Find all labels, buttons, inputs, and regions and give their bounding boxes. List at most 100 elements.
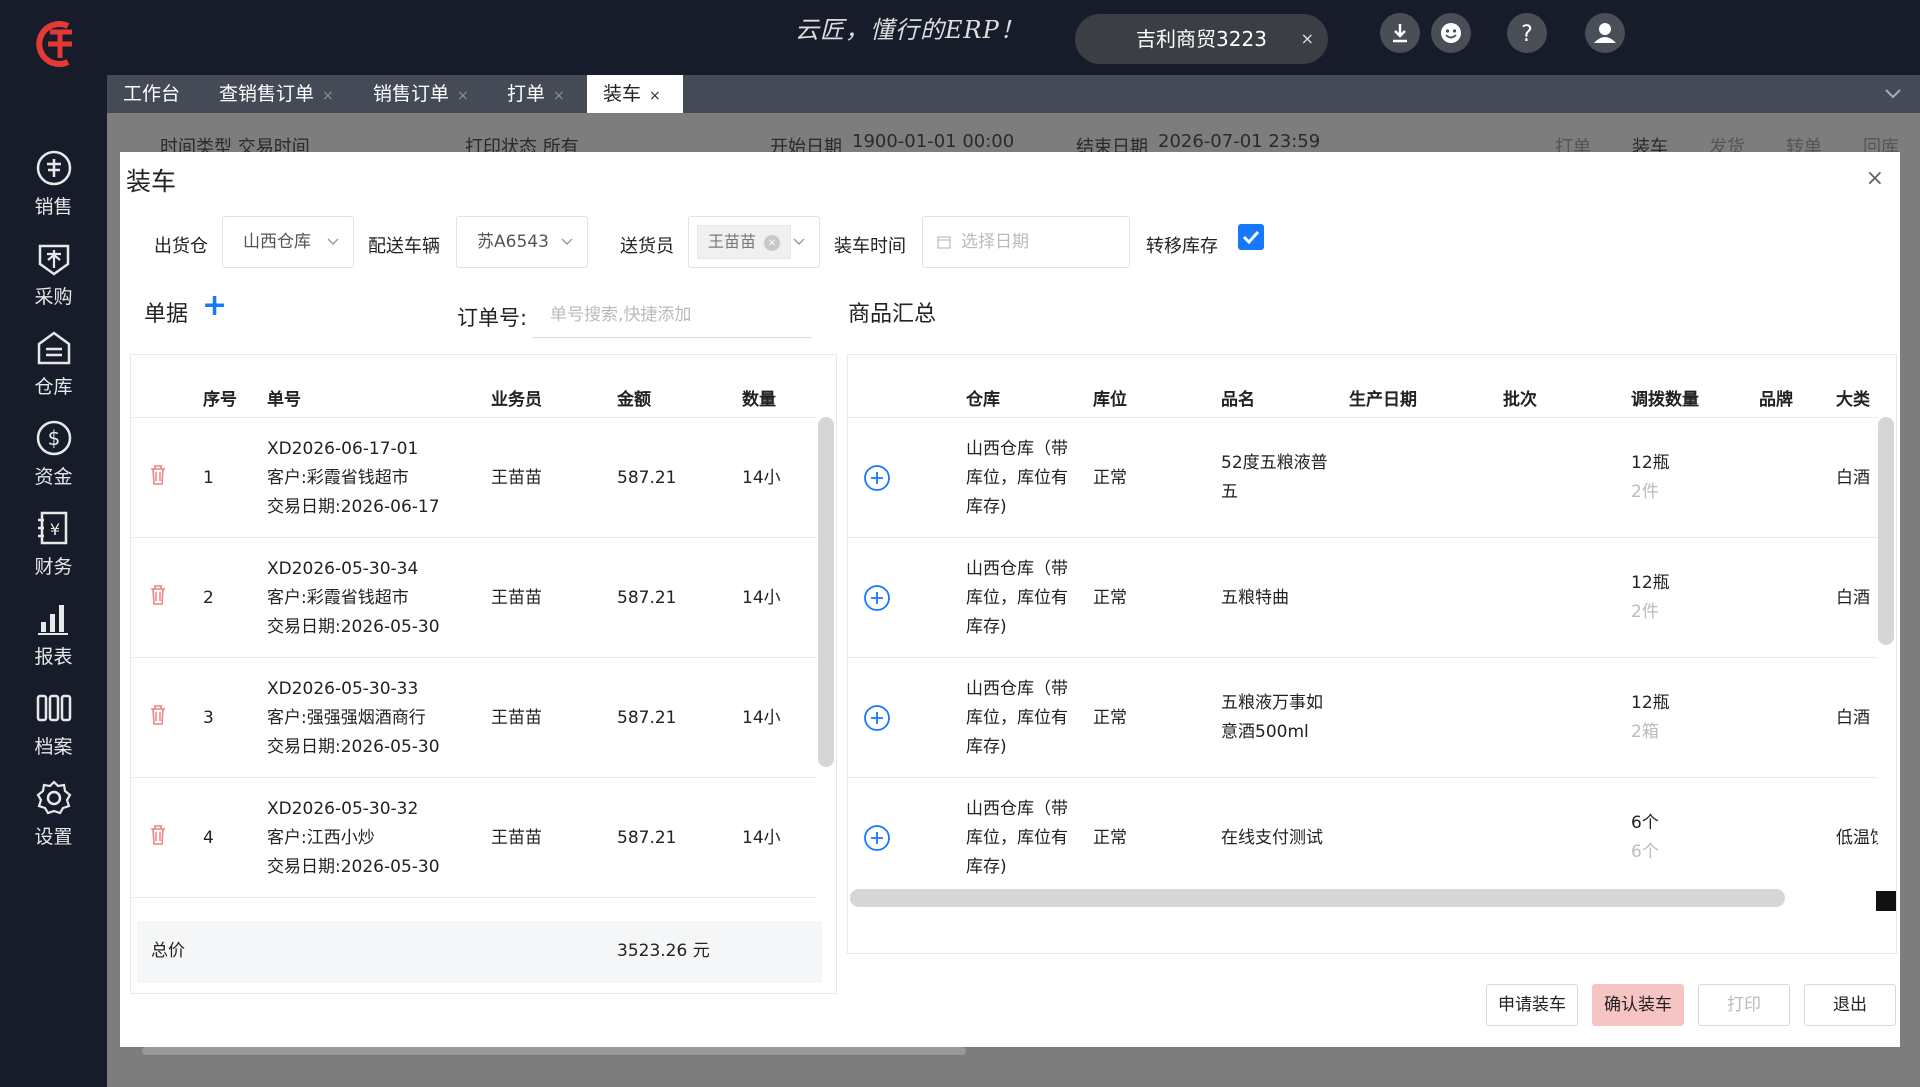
vehicle-value: 苏A6543: [477, 232, 549, 252]
download-button[interactable]: [1380, 13, 1420, 53]
svg-text:¥: ¥: [49, 520, 59, 539]
table-row[interactable]: 山西仓库（带 库位，库位有 库存) 正常 52度五粮液普 五 12瓶 2件 白酒: [848, 418, 1878, 538]
modal-close-button[interactable]: ×: [1866, 166, 1884, 191]
order-no-label: 订单号:: [457, 306, 528, 330]
sidebar-item-purchase[interactable]: 采购: [0, 238, 107, 318]
add-doc-button[interactable]: +: [202, 288, 227, 323]
row-warehouse: 库存): [966, 857, 1007, 877]
summary-horizontal-scrollbar[interactable]: [850, 889, 1785, 907]
row-qty: 12瓶: [1631, 693, 1670, 713]
tab-query-sales-order[interactable]: 查销售订单 ×: [203, 75, 357, 113]
tab-close-icon[interactable]: ×: [553, 88, 565, 104]
summary-section-title: 商品汇总: [848, 302, 937, 327]
page-horizontal-scrollbar[interactable]: [120, 1045, 1900, 1057]
confirm-loading-button[interactable]: 确认装车: [1592, 984, 1684, 1026]
chevron-down-icon: [793, 238, 805, 245]
sidebar-item-warehouse[interactable]: 仓库: [0, 328, 107, 408]
column-header: 生产日期: [1349, 390, 1417, 410]
user-avatar-button[interactable]: [1585, 13, 1625, 53]
add-circle-icon[interactable]: [863, 464, 891, 492]
table-row[interactable]: 山西仓库（带 库位，库位有 库存) 正常 在线支付测试 6个 6个 低温饮: [848, 778, 1878, 898]
docs-table-scrollbar[interactable]: [818, 417, 834, 767]
row-warehouse: 库位，库位有: [966, 468, 1068, 488]
row-amount: 587.21: [617, 588, 677, 608]
row-date: 交易日期:2026-05-30: [267, 857, 440, 877]
docs-section-title: 单据: [144, 302, 189, 327]
print-button[interactable]: 打印: [1698, 984, 1790, 1026]
row-qty: 12瓶: [1631, 573, 1670, 593]
tab-sales-order[interactable]: 销售订单 ×: [357, 75, 491, 113]
tag-remove-icon[interactable]: ×: [764, 234, 781, 251]
delete-icon[interactable]: [149, 584, 167, 606]
transfer-stock-checkbox[interactable]: [1238, 224, 1264, 250]
tab-close-icon[interactable]: ×: [457, 88, 469, 104]
app-logo-icon: [36, 21, 72, 67]
row-warehouse: 库位，库位有: [966, 828, 1068, 848]
sidebar-item-sales[interactable]: 销售: [0, 148, 107, 228]
warehouse-select[interactable]: 山西仓库: [222, 216, 354, 268]
exit-button[interactable]: 退出: [1804, 984, 1896, 1026]
feedback-button[interactable]: [1431, 13, 1471, 53]
tab-workbench[interactable]: 工作台: [107, 75, 203, 113]
column-header: 仓库: [966, 390, 1000, 410]
row-product-name: 在线支付测试: [1221, 828, 1323, 848]
app-slogan: 云匠，懂行的ERP！: [795, 16, 1025, 44]
table-row[interactable]: 1 XD2026-06-17-01 客户:彩霞省钱超市 交易日期:2026-06…: [131, 418, 817, 538]
table-row[interactable]: 山西仓库（带 库位，库位有 库存) 正常 五粮液万事如 意酒500ml 12瓶 …: [848, 658, 1878, 778]
total-row: 总价 3523.26 元: [137, 921, 822, 983]
row-warehouse: 库存): [966, 497, 1007, 517]
order-search-placeholder: 单号搜索,快捷添加: [550, 305, 692, 325]
column-header: 批次: [1503, 390, 1537, 410]
row-product-name: 意酒500ml: [1221, 722, 1309, 742]
row-product-name: 52度五粮液普: [1221, 453, 1328, 473]
apply-loading-button[interactable]: 申请装车: [1486, 984, 1578, 1026]
table-row[interactable]: 山西仓库（带 库位，库位有 库存) 正常 五粮特曲 12瓶 2件 白酒: [848, 538, 1878, 658]
docs-table: 序号 单号 业务员 金额 数量 1 XD2026-06-17-01 客户:彩霞省…: [130, 354, 837, 994]
sidebar-item-funds[interactable]: $ 资金: [0, 418, 107, 498]
row-amount: 587.21: [617, 708, 677, 728]
sidebar-item-report[interactable]: 报表: [0, 598, 107, 678]
start-date-value[interactable]: 1900-01-01 00:00: [852, 131, 1014, 152]
sidebar-item-finance[interactable]: ¥ 财务: [0, 508, 107, 588]
delete-icon[interactable]: [149, 824, 167, 846]
vehicle-select[interactable]: 苏A6543: [456, 216, 588, 268]
company-close-button[interactable]: ×: [1301, 14, 1314, 64]
end-date-value[interactable]: 2026-07-01 23:59: [1158, 131, 1320, 152]
help-button[interactable]: ?: [1507, 13, 1547, 53]
deliverer-tag: 王苗苗 ×: [697, 225, 792, 259]
summary-vertical-scrollbar[interactable]: [1878, 417, 1894, 645]
row-salesman: 王苗苗: [491, 588, 542, 608]
tab-print-order[interactable]: 打单 ×: [491, 75, 587, 113]
sidebar-item-archive[interactable]: 档案: [0, 688, 107, 768]
load-time-input[interactable]: 选择日期: [922, 216, 1130, 268]
order-search-input[interactable]: 单号搜索,快捷添加: [532, 292, 812, 338]
sidebar-item-settings[interactable]: 设置: [0, 778, 107, 858]
table-row[interactable]: 4 XD2026-05-30-32 客户:江西小炒 交易日期:2026-05-3…: [131, 778, 817, 898]
row-seq: 1: [203, 468, 214, 488]
add-circle-icon[interactable]: [863, 584, 891, 612]
tab-loading[interactable]: 装车 ×: [587, 75, 683, 113]
add-circle-icon[interactable]: [863, 704, 891, 732]
tab-close-icon[interactable]: ×: [322, 88, 334, 104]
smiley-icon: [1441, 23, 1461, 43]
add-circle-icon[interactable]: [863, 824, 891, 852]
deliverer-select[interactable]: 王苗苗 ×: [688, 216, 820, 268]
transfer-stock-label: 转移库存: [1146, 236, 1218, 257]
column-header: 调拨数量: [1631, 390, 1699, 410]
company-switcher[interactable]: 吉利商贸3223 ×: [1075, 14, 1328, 64]
row-category: 白酒: [1836, 588, 1870, 608]
sales-icon: [36, 150, 71, 186]
row-seq: 4: [203, 828, 214, 848]
delete-icon[interactable]: [149, 704, 167, 726]
table-row[interactable]: 3 XD2026-05-30-33 客户:强强强烟酒商行 交易日期:2026-0…: [131, 658, 817, 778]
tab-close-icon[interactable]: ×: [649, 88, 661, 104]
total-label: 总价: [151, 941, 185, 961]
chevron-down-icon[interactable]: [1884, 84, 1902, 102]
sidebar-item-label: 销售: [34, 196, 73, 218]
row-warehouse: 山西仓库（带: [966, 799, 1068, 819]
row-qty-sub: 2件: [1631, 482, 1659, 502]
table-row[interactable]: 2 XD2026-05-30-34 客户:彩霞省钱超市 交易日期:2026-05…: [131, 538, 817, 658]
deliverer-label: 送货员: [620, 236, 674, 257]
delete-icon[interactable]: [149, 464, 167, 486]
row-qty-sub: 2箱: [1631, 722, 1659, 742]
